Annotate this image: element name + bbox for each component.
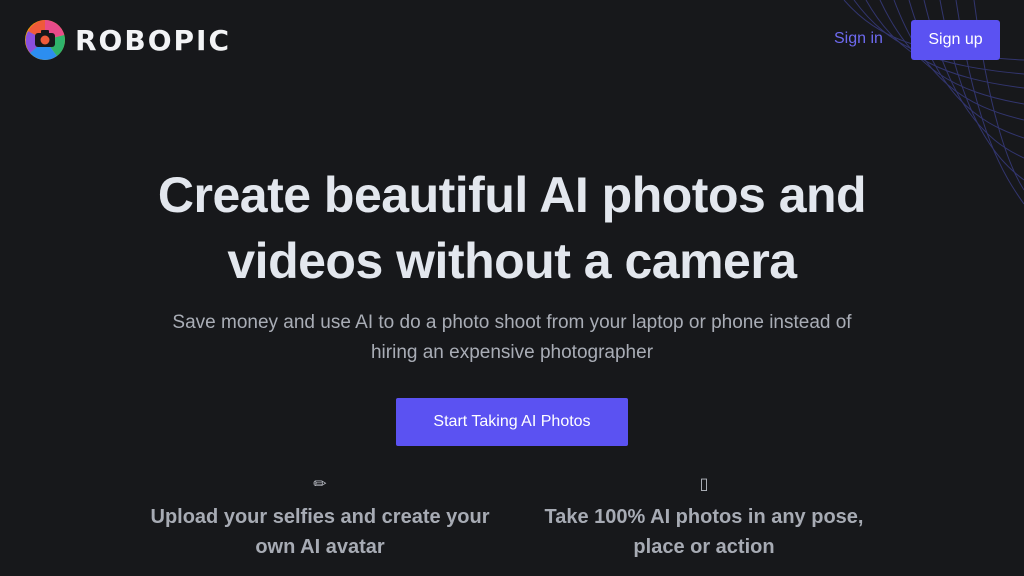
hero-title-line-2: videos without a camera (227, 233, 797, 289)
landing-page: ROBOPIC Sign in Sign up Create beautiful… (0, 0, 1024, 576)
hero-subtitle: Save money and use AI to do a photo shoo… (120, 308, 904, 368)
feature-line-2: place or action (633, 536, 775, 558)
top-nav: ROBOPIC Sign in Sign up (0, 0, 1024, 80)
camera-icon: ▯ (699, 476, 709, 493)
pencil-icon: ✏ (313, 476, 327, 493)
feature-upload-selfies: ✏ Upload your selfies and create your ow… (140, 474, 500, 562)
feature-text: Upload your selfies and create your own … (140, 502, 500, 562)
brand-logo[interactable]: ROBOPIC (24, 19, 231, 61)
start-taking-ai-photos-button[interactable]: Start Taking AI Photos (396, 398, 628, 446)
sign-in-link[interactable]: Sign in (834, 30, 883, 48)
feature-text: Take 100% AI photos in any pose, place o… (524, 502, 884, 562)
hero-title: Create beautiful AI photos and videos wi… (0, 162, 1024, 294)
feature-line-1: Take 100% AI photos in any pose, (544, 506, 864, 528)
hero-subtitle-line-2: hiring an expensive photographer (370, 342, 654, 363)
robopic-logo-icon (25, 20, 65, 60)
feature-line-1: Upload your selfies and create your (150, 506, 490, 528)
feature-ai-photos-any-pose: ▯ Take 100% AI photos in any pose, place… (524, 474, 884, 562)
hero-title-line-1: Create beautiful AI photos and (157, 167, 867, 223)
brand-name: ROBOPIC (75, 23, 231, 57)
hero-subtitle-line-1: Save money and use AI to do a photo shoo… (172, 312, 852, 333)
sign-up-button[interactable]: Sign up (911, 20, 1000, 60)
feature-line-2: own AI avatar (255, 536, 385, 558)
